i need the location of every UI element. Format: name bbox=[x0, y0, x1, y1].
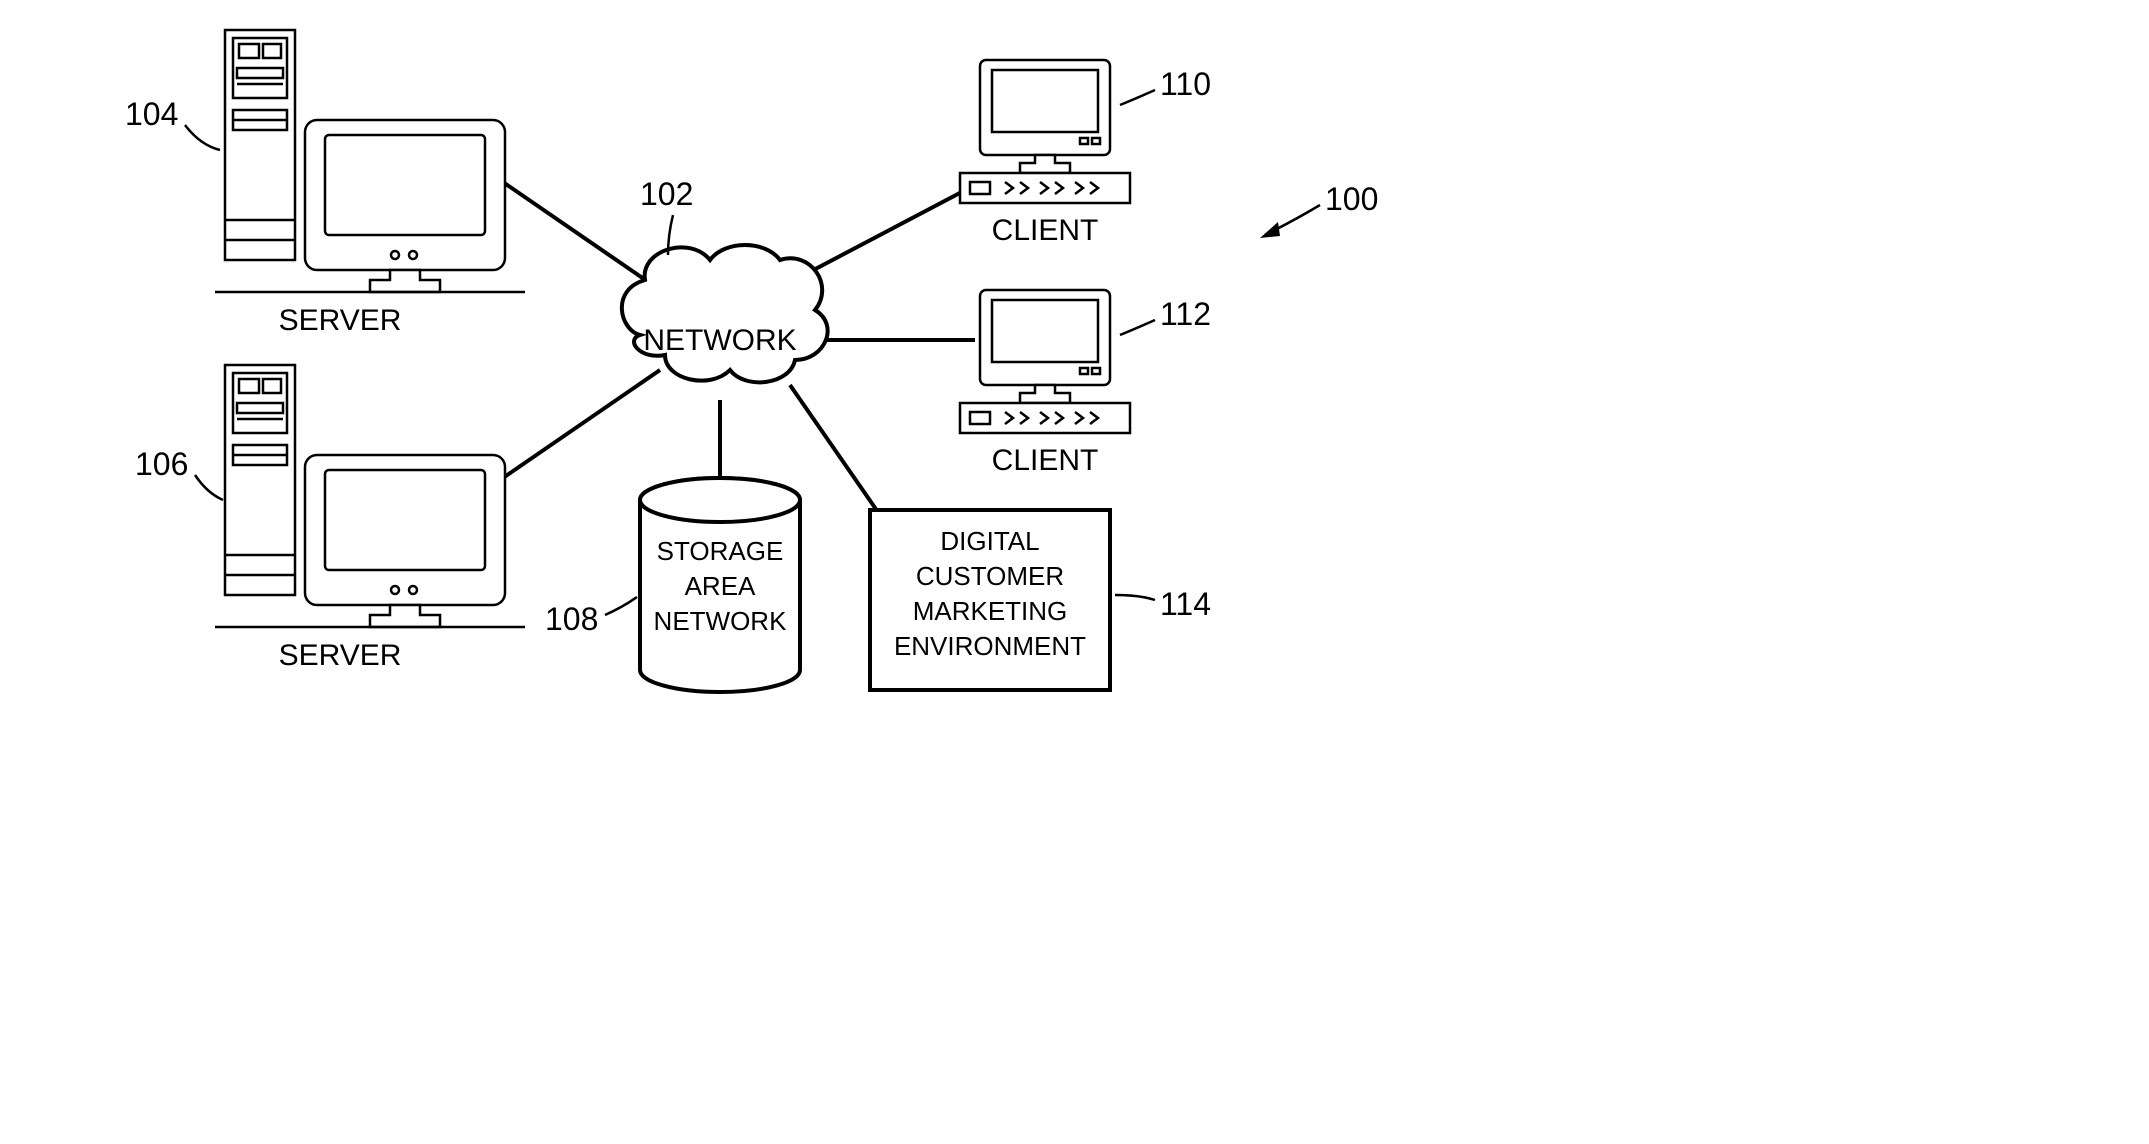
ref-100: 100 bbox=[1325, 181, 1378, 217]
marketing-label-3: MARKETING bbox=[913, 596, 1068, 626]
storage-label-1: STORAGE bbox=[657, 536, 784, 566]
server-106-label: SERVER bbox=[279, 639, 402, 672]
storage-label-2: AREA bbox=[685, 571, 756, 601]
storage-108: STORAGE AREA NETWORK bbox=[640, 478, 800, 692]
network-diagram: NETWORK bbox=[0, 0, 1500, 800]
marketing-label-2: CUSTOMER bbox=[916, 561, 1064, 591]
client-112 bbox=[960, 290, 1130, 433]
marketing-114: DIGITAL CUSTOMER MARKETING ENVIRONMENT bbox=[870, 510, 1110, 690]
ref-102: 102 bbox=[640, 176, 693, 212]
server-106 bbox=[215, 365, 525, 627]
ref-114: 114 bbox=[1160, 586, 1211, 622]
client-112-label: CLIENT bbox=[992, 444, 1099, 477]
client-110 bbox=[960, 60, 1130, 203]
ref-100-arrow bbox=[1260, 205, 1320, 238]
network-label: NETWORK bbox=[643, 324, 796, 357]
network-cloud: NETWORK bbox=[622, 245, 828, 382]
ref-112: 112 bbox=[1160, 296, 1211, 332]
ref-108: 108 bbox=[545, 601, 598, 637]
storage-label-3: NETWORK bbox=[654, 606, 788, 636]
marketing-label-4: ENVIRONMENT bbox=[894, 631, 1086, 661]
marketing-label-1: DIGITAL bbox=[940, 526, 1039, 556]
server-104-label: SERVER bbox=[279, 304, 402, 337]
server-104 bbox=[215, 30, 525, 292]
ref-104: 104 bbox=[125, 96, 178, 132]
ref-110: 110 bbox=[1160, 66, 1211, 102]
ref-106: 106 bbox=[135, 446, 188, 482]
client-110-label: CLIENT bbox=[992, 214, 1099, 247]
